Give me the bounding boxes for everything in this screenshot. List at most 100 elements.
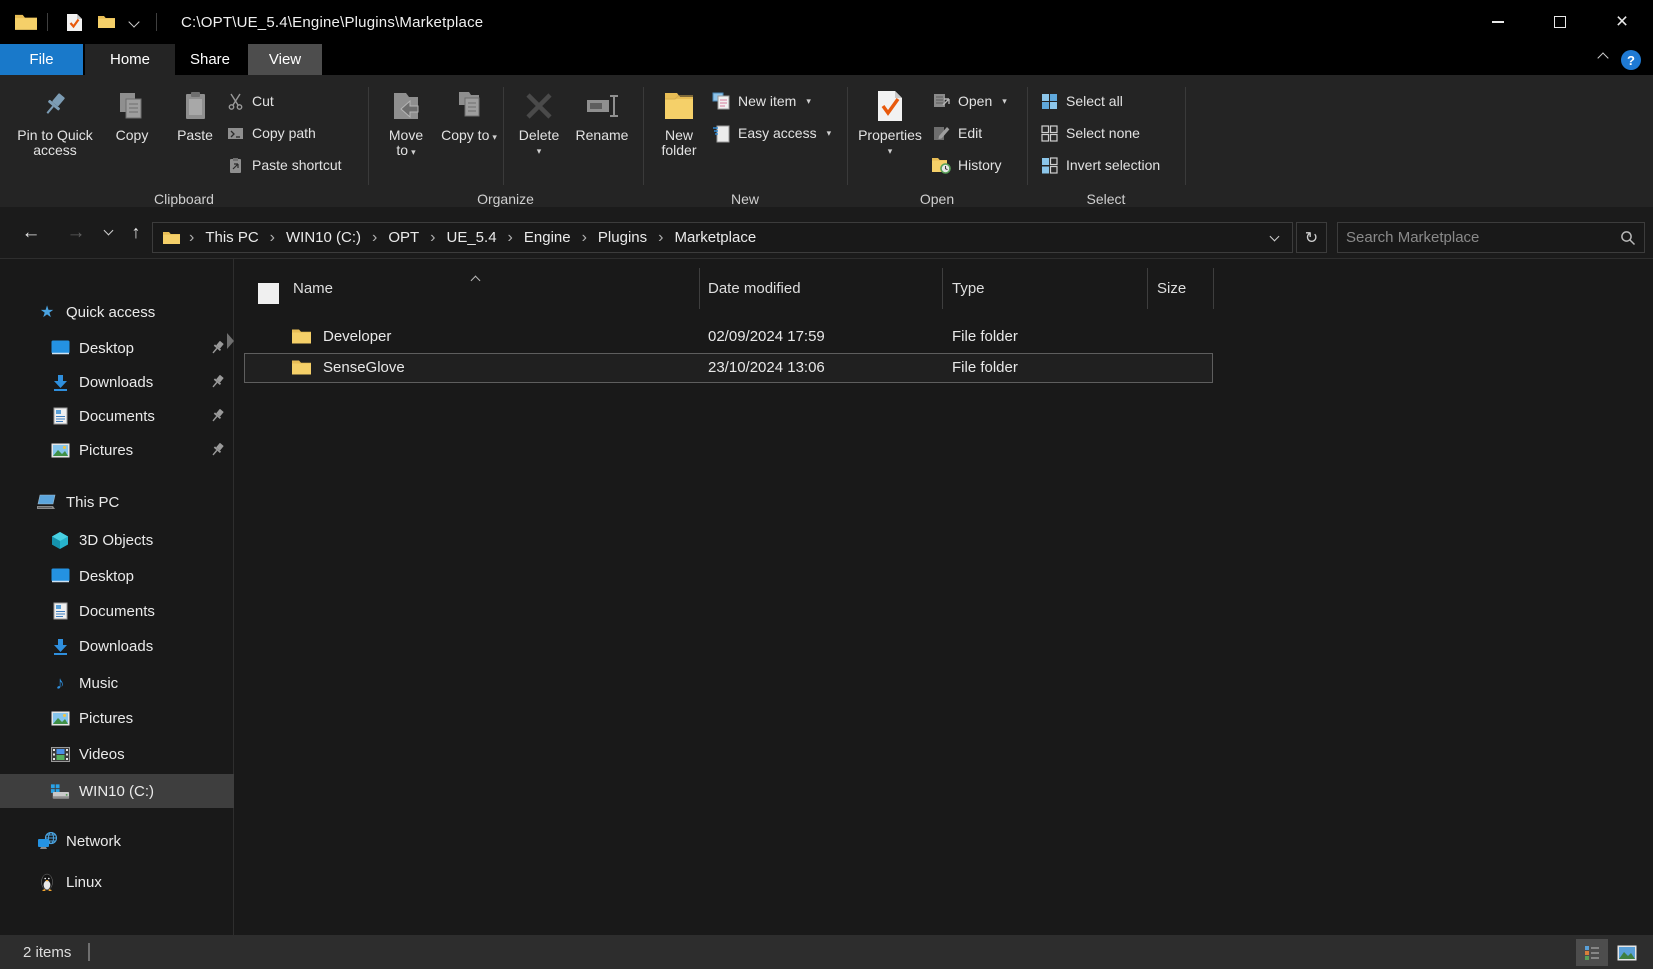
dropdown-icon: ▾ <box>1002 96 1007 107</box>
forward-button[interactable]: → <box>61 207 91 258</box>
folder-icon <box>292 328 311 345</box>
search-box[interactable] <box>1337 222 1645 253</box>
sidebar-item-3d-objects[interactable]: 3D Objects <box>0 523 234 557</box>
window-title: C:\OPT\UE_5.4\Engine\Plugins\Marketplace <box>181 14 483 31</box>
maximize-icon <box>1554 16 1566 28</box>
breadcrumb-separator-icon[interactable]: › <box>363 229 386 247</box>
open-button[interactable]: Open ▾ <box>932 86 1007 116</box>
copy-path-button[interactable]: Copy path <box>226 118 316 148</box>
column-header-size[interactable]: Size <box>1157 268 1186 309</box>
breadcrumb-plugins[interactable]: Plugins <box>596 229 649 246</box>
column-header-name[interactable]: Name <box>293 268 333 309</box>
pin-to-quick-access-button[interactable]: Pin to Quick access <box>12 85 98 189</box>
items-count: 2 items <box>23 944 71 961</box>
invert-selection-button[interactable]: Invert selection <box>1040 150 1160 180</box>
sort-ascending-icon[interactable] <box>472 271 479 288</box>
help-button[interactable]: ? <box>1621 50 1641 70</box>
copy-to-button[interactable]: Copy to▾ <box>441 85 497 189</box>
search-icon[interactable] <box>1620 230 1636 246</box>
select-none-button[interactable]: Select none <box>1040 118 1140 148</box>
column-divider[interactable] <box>1147 268 1148 309</box>
column-divider[interactable] <box>942 268 943 309</box>
maximize-button[interactable] <box>1529 0 1591 44</box>
edit-button[interactable]: Edit <box>932 118 982 148</box>
sidebar-item-pictures-qa[interactable]: Pictures <box>0 433 234 467</box>
copy-to-icon <box>452 89 486 123</box>
file-row-developer[interactable]: Developer 02/09/2024 17:59 File folder <box>0 322 1653 352</box>
column-header-modified[interactable]: Date modified <box>708 268 801 309</box>
search-input[interactable] <box>1346 229 1620 246</box>
sidebar-item-documents[interactable]: Documents <box>0 594 234 628</box>
sidebar-item-desktop[interactable]: Desktop <box>0 559 234 593</box>
rename-button[interactable]: Rename <box>570 85 634 189</box>
sidebar-item-pictures[interactable]: Pictures <box>0 701 234 735</box>
column-divider[interactable] <box>1213 268 1214 309</box>
paste-shortcut-button[interactable]: Paste shortcut <box>226 150 342 180</box>
details-view-button[interactable] <box>1576 939 1608 966</box>
breadcrumb-ue54[interactable]: UE_5.4 <box>445 229 499 246</box>
copy-button[interactable]: Copy <box>106 85 158 189</box>
breadcrumb-separator-icon[interactable]: › <box>261 229 284 247</box>
up-button[interactable]: ↑ <box>122 207 150 258</box>
sidebar-item-this-pc[interactable]: This PC <box>0 485 234 519</box>
ribbon-collapse-icon[interactable] <box>1597 52 1608 63</box>
breadcrumb-separator-icon[interactable]: › <box>421 229 444 247</box>
dropdown-icon: ▾ <box>519 144 559 159</box>
cut-button[interactable]: Cut <box>226 86 274 116</box>
move-to-button[interactable]: Move to▾ <box>378 85 434 189</box>
sidebar-item-videos[interactable]: Videos <box>0 737 234 771</box>
column-header-type[interactable]: Type <box>952 268 985 309</box>
ribbon-separator <box>1185 87 1186 185</box>
easy-access-button[interactable]: Easy access ▾ <box>712 118 831 148</box>
recent-locations-button[interactable] <box>97 207 119 258</box>
tab-share[interactable]: Share <box>178 44 242 75</box>
thumbnail-view-button[interactable] <box>1611 939 1643 966</box>
sidebar-item-documents-qa[interactable]: Documents <box>0 399 234 433</box>
new-folder-button[interactable]: New folder <box>651 85 707 189</box>
select-all-button[interactable]: Select all <box>1040 86 1123 116</box>
sidebar-item-downloads[interactable]: Downloads <box>0 629 234 663</box>
select-all-checkbox[interactable] <box>258 283 279 304</box>
address-dropdown-icon[interactable] <box>1270 231 1280 241</box>
sidebar-item-music[interactable]: ♪ Music <box>0 666 234 700</box>
delete-button[interactable]: Delete▾ <box>511 85 567 189</box>
breadcrumb-separator-icon[interactable]: › <box>499 229 522 247</box>
new-item-icon <box>712 92 731 111</box>
breadcrumb-separator-icon[interactable]: › <box>180 229 203 247</box>
minimize-button[interactable] <box>1467 0 1529 44</box>
breadcrumb-this-pc[interactable]: This PC <box>203 229 260 246</box>
dropdown-icon: ▾ <box>411 147 416 157</box>
properties-quick-icon[interactable] <box>64 13 84 31</box>
paste-button[interactable]: Paste <box>167 85 223 189</box>
breadcrumb-win10-c[interactable]: WIN10 (C:) <box>284 229 363 246</box>
properties-icon <box>873 89 907 123</box>
history-button[interactable]: History <box>932 150 1002 180</box>
address-bar[interactable]: › This PC › WIN10 (C:) › OPT › UE_5.4 › … <box>152 222 1293 253</box>
file-row-senseglove[interactable]: SenseGlove 23/10/2024 13:06 File folder <box>0 353 1653 383</box>
app-folder-icon <box>15 13 37 31</box>
column-divider[interactable] <box>699 268 700 309</box>
breadcrumb-opt[interactable]: OPT <box>386 229 421 246</box>
select-all-icon <box>1040 92 1059 111</box>
back-button[interactable]: ← <box>16 207 46 258</box>
sidebar-item-win10-c[interactable]: WIN10 (C:) <box>0 774 234 808</box>
newfolder-quick-icon[interactable] <box>96 13 116 31</box>
quick-access-toolbar-chevron-icon[interactable] <box>128 16 139 27</box>
breadcrumb-separator-icon[interactable]: › <box>573 229 596 247</box>
downloads-icon <box>50 636 70 656</box>
breadcrumb-separator-icon[interactable]: › <box>649 229 672 247</box>
tab-home[interactable]: Home <box>85 44 175 75</box>
properties-button[interactable]: Properties▾ <box>853 85 927 189</box>
cube-3d-icon <box>50 530 70 550</box>
breadcrumb-marketplace[interactable]: Marketplace <box>672 229 758 246</box>
sidebar-item-linux[interactable]: Linux <box>0 865 234 899</box>
tab-view[interactable]: View <box>248 44 322 75</box>
tab-file[interactable]: File <box>0 44 83 75</box>
dropdown-icon: ▾ <box>827 128 832 139</box>
breadcrumb-engine[interactable]: Engine <box>522 229 573 246</box>
close-button[interactable]: × <box>1591 0 1653 44</box>
sidebar-item-network[interactable]: Network <box>0 824 234 858</box>
new-item-button[interactable]: New item ▾ <box>712 86 811 116</box>
refresh-button[interactable]: ↻ <box>1296 222 1327 253</box>
minimize-icon <box>1492 21 1504 23</box>
